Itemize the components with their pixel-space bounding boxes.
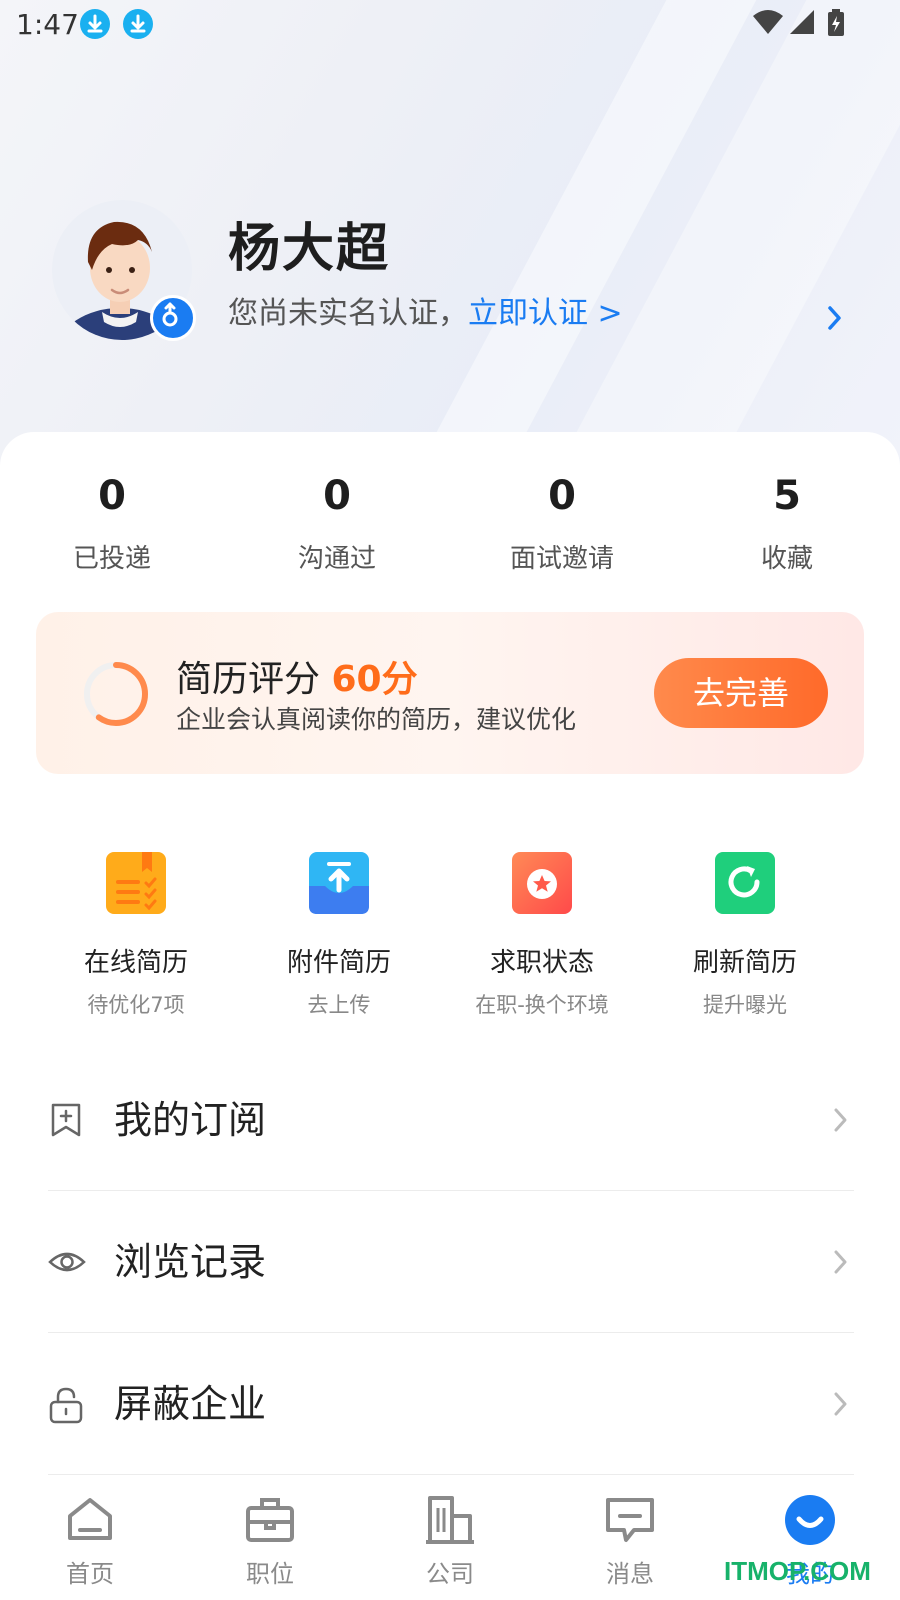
watermark: ITMOP.COM [724, 1556, 871, 1586]
building-icon [426, 1496, 474, 1544]
job-status-icon [512, 852, 572, 914]
menu-item-browsing-history[interactable]: 浏览记录 [48, 1192, 854, 1333]
score-title: 简历评分 60分 [176, 650, 418, 702]
verification-text: 您尚未实名认证， [228, 296, 468, 331]
menu-item-blocked-companies[interactable]: 屏蔽企业 [48, 1334, 854, 1475]
home-icon [68, 1498, 112, 1540]
download-icon [80, 9, 110, 39]
status-bar: 1:47 [0, 0, 900, 48]
shortcut-subtitle: 在职-换个环境 [475, 993, 609, 1017]
shortcut-title: 求职状态 [489, 948, 594, 978]
lock-icon [49, 1387, 83, 1424]
resume-score-card[interactable]: 简历评分 60分 企业会认真阅读你的简历，建议优化 去完善 [36, 612, 864, 774]
verification-notice: 您尚未实名认证，立即认证 > [228, 288, 623, 332]
nav-home[interactable]: 首页 [30, 1492, 150, 1589]
stat-value: 0 [98, 473, 126, 519]
improve-resume-button[interactable]: 去完善 [654, 658, 828, 728]
upload-resume-icon [309, 852, 369, 914]
refresh-resume-icon [715, 852, 775, 914]
shortcut-refresh-resume[interactable]: 刷新简历 提升曝光 [645, 850, 845, 1019]
menu-item-label: 我的订阅 [114, 1098, 267, 1142]
shortcuts-row: 在线简历 待优化7项 附件简历 去上传 求职状态 在职-换个环境 刷新简历 提升… [0, 850, 900, 1020]
stat-interview-invites[interactable]: 0 面试邀请 [472, 472, 652, 575]
shortcut-subtitle: 待优化7项 [87, 993, 185, 1017]
stat-value: 0 [323, 473, 351, 519]
nav-label: 职位 [246, 1560, 294, 1588]
chevron-right-icon [834, 1392, 847, 1416]
nav-messages[interactable]: 消息 [570, 1492, 690, 1589]
score-value: 60分 [331, 659, 418, 700]
main-card: 0 已投递 0 沟通过 0 面试邀请 5 收藏 简历评分 60分 企业会认真阅读… [0, 432, 900, 1492]
nav-label: 公司 [426, 1560, 474, 1588]
menu-item-label: 屏蔽企业 [114, 1382, 267, 1426]
stat-label: 已投递 [72, 544, 151, 574]
score-title-label: 简历评分 [176, 659, 321, 700]
chevron-right-icon[interactable] [826, 304, 844, 332]
menu-item-label: 浏览记录 [114, 1240, 267, 1284]
stats-row: 0 已投递 0 沟通过 0 面试邀请 5 收藏 [0, 472, 900, 582]
stat-communicated[interactable]: 0 沟通过 [247, 472, 427, 575]
stat-applied[interactable]: 0 已投递 [22, 472, 202, 575]
nav-label: 消息 [606, 1560, 654, 1588]
battery-icon [828, 9, 844, 36]
signal-icon [790, 10, 814, 34]
shortcut-title: 附件简历 [286, 948, 391, 978]
stat-value: 0 [548, 473, 576, 519]
male-gender-icon [150, 295, 196, 341]
shortcut-title: 刷新简历 [692, 948, 797, 978]
nav-label: 首页 [66, 1560, 114, 1588]
online-resume-icon [106, 852, 166, 914]
stat-label: 收藏 [760, 544, 813, 574]
wifi-icon [753, 10, 783, 34]
user-name[interactable]: 杨大超 [228, 206, 390, 281]
eye-icon [48, 1252, 86, 1272]
message-icon [606, 1498, 654, 1542]
menu-item-subscriptions[interactable]: 我的订阅 [48, 1050, 854, 1191]
chevron-right-icon [834, 1250, 847, 1274]
shortcut-subtitle: 去上传 [307, 993, 371, 1017]
briefcase-icon [246, 1498, 294, 1542]
nav-jobs[interactable]: 职位 [210, 1492, 330, 1589]
stat-value: 5 [773, 473, 801, 519]
shortcut-attachment-resume[interactable]: 附件简历 去上传 [239, 850, 439, 1019]
bookmark-icon [51, 1103, 81, 1137]
shortcut-title: 在线简历 [83, 948, 188, 978]
verify-now-link[interactable]: 立即认证 > [468, 296, 623, 331]
score-description: 企业会认真阅读你的简历，建议优化 [176, 705, 577, 734]
download-icon [123, 9, 153, 39]
shortcut-online-resume[interactable]: 在线简历 待优化7项 [36, 850, 236, 1019]
stat-label: 面试邀请 [509, 544, 614, 574]
shortcut-job-status[interactable]: 求职状态 在职-换个环境 [442, 850, 642, 1019]
status-time: 1:47 [16, 8, 79, 41]
stat-favorites[interactable]: 5 收藏 [697, 472, 877, 575]
stat-label: 沟通过 [297, 544, 376, 574]
profile-smile-icon [785, 1495, 835, 1545]
chevron-right-icon [834, 1108, 847, 1132]
nav-companies[interactable]: 公司 [390, 1492, 510, 1589]
score-progress-ring [84, 662, 148, 726]
shortcut-subtitle: 提升曝光 [703, 993, 787, 1017]
